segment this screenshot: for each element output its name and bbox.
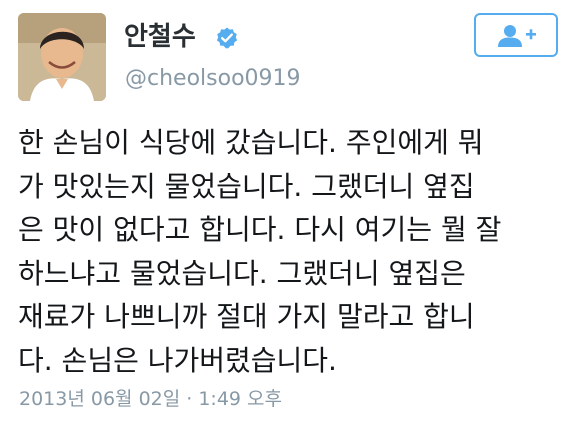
verified-badge-icon — [215, 26, 239, 50]
display-name[interactable]: 안철수 — [124, 22, 196, 52]
avatar-photo — [18, 13, 106, 101]
tweet-text: 한 손님이 식당에 갔습니다. 주인에게 뭐 가 맛있는지 물었습니다. 그랬더… — [18, 126, 502, 377]
add-user-icon — [498, 25, 536, 47]
tweet-card: 안철수 @cheolsoo0919 한 손님이 식당에 갔습니다. 주인에게 뭐… — [0, 0, 580, 421]
tweet-timestamp[interactable]: 2013년 06월 02일 · 1:49 오후 — [19, 387, 282, 411]
follow-button[interactable] — [474, 13, 558, 57]
avatar[interactable] — [18, 13, 106, 101]
user-handle[interactable]: @cheolsoo0919 — [125, 66, 301, 92]
